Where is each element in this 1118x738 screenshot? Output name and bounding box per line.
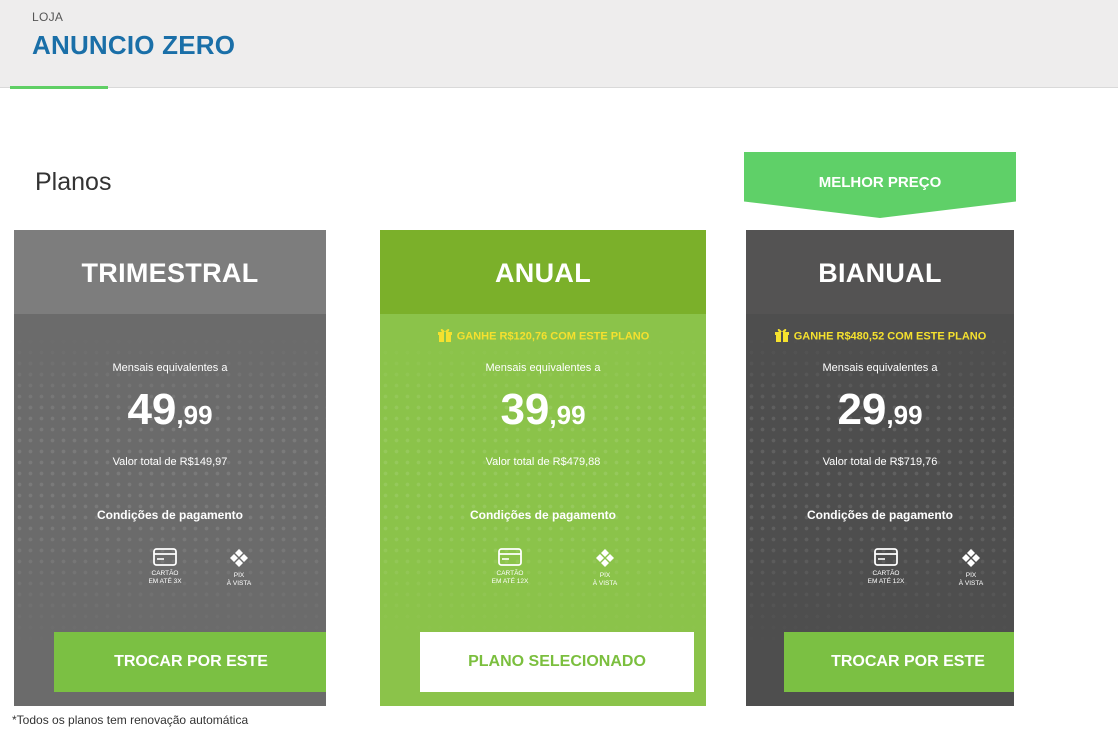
total-value: Valor total de R$149,97 (112, 456, 228, 468)
best-price-ribbon: MELHOR PREÇO (744, 152, 1016, 218)
payment-pix: PIX À VISTA (565, 548, 645, 588)
card-label-line1: CARTÃO (872, 570, 900, 577)
pix-label-line2: À VISTA (592, 580, 618, 587)
credit-card-icon (874, 548, 898, 566)
monthly-equivalent-label: Mensais equivalentes a (112, 362, 228, 374)
plan-header: ANUAL (380, 230, 706, 314)
payment-card: CARTÃO EM ATÉ 12X (846, 548, 926, 586)
total-value: Valor total de R$719,76 (822, 456, 938, 468)
renewal-footnote: *Todos os planos tem renovação automátic… (12, 713, 249, 727)
bonus-banner: GANHE R$120,76 COM ESTE PLANO (380, 328, 706, 343)
payment-conditions-title: Condições de pagamento (806, 508, 954, 522)
plan-card-bianual: BIANUAL GANHE R$480,52 COM ESTE PLANO Me… (746, 230, 1014, 706)
price-integer: 39 (500, 385, 550, 434)
bonus-text: GANHE R$120,76 COM ESTE PLANO (456, 330, 650, 343)
plan-card-trimestral: TRIMESTRAL Mensais equivalentes a 49,99 … (14, 230, 326, 706)
monthly-equivalent-label: Mensais equivalentes a (822, 362, 938, 374)
price-integer: 49 (127, 385, 177, 434)
pix-label-line2: À VISTA (958, 580, 984, 587)
store-name: ANUNCIO ZERO (32, 30, 236, 60)
plan-card-anual: ANUAL GANHE R$120,76 COM ESTE PLANO Mens… (380, 230, 706, 706)
payment-card: CARTÃO EM ATÉ 12X (470, 548, 550, 586)
payment-conditions-title: Condições de pagamento (469, 508, 617, 522)
pix-icon (596, 549, 614, 567)
credit-card-icon (153, 548, 177, 566)
payment-conditions-title: Condições de pagamento (96, 508, 244, 522)
section-title: Planos (35, 168, 112, 196)
plan-name: TRIMESTRAL (81, 258, 259, 288)
price-decimal: ,99 (886, 400, 923, 430)
best-price-label: MELHOR PREÇO (818, 174, 942, 191)
gift-icon (437, 328, 452, 342)
plan-name: BIANUAL (818, 258, 942, 288)
pix-label-line1: PIX (233, 572, 245, 579)
bonus-banner: GANHE R$480,52 COM ESTE PLANO (746, 328, 1014, 343)
switch-plan-button-bianual[interactable]: TROCAR POR ESTE (784, 632, 1014, 692)
plan-header: TRIMESTRAL (14, 230, 326, 314)
active-tab-indicator (10, 86, 108, 89)
card-label-line2: EM ATÉ 3X (148, 578, 182, 585)
monthly-price: 39,99 (380, 385, 706, 435)
payment-pix: PIX À VISTA (199, 548, 279, 588)
plan-name: ANUAL (495, 258, 591, 288)
payment-pix: PIX À VISTA (931, 548, 1011, 588)
card-label-line1: CARTÃO (151, 570, 179, 577)
price-decimal: ,99 (549, 400, 586, 430)
pix-icon (962, 549, 980, 567)
pix-label-line2: À VISTA (226, 580, 252, 587)
monthly-equivalent-label: Mensais equivalentes a (485, 362, 601, 374)
card-label-line2: EM ATÉ 12X (491, 578, 529, 585)
selected-plan-button-anual[interactable]: PLANO SELECIONADO (420, 632, 694, 692)
bonus-text: GANHE R$480,52 COM ESTE PLANO (793, 330, 987, 343)
pix-label-line1: PIX (965, 572, 977, 579)
pix-icon (230, 549, 248, 567)
store-header: LOJA ANUNCIO ZERO (0, 0, 1118, 88)
credit-card-icon (498, 548, 522, 566)
monthly-price: 29,99 (746, 385, 1014, 435)
store-kicker: LOJA (32, 10, 64, 24)
plan-header: BIANUAL (746, 230, 1014, 314)
gift-icon (774, 328, 789, 342)
monthly-price: 49,99 (14, 385, 326, 435)
payment-card: CARTÃO EM ATÉ 3X (125, 548, 205, 586)
price-integer: 29 (837, 385, 887, 434)
switch-plan-button-trimestral[interactable]: TROCAR POR ESTE (54, 632, 326, 692)
total-value: Valor total de R$479,88 (485, 456, 601, 468)
card-label-line1: CARTÃO (496, 570, 524, 577)
pix-label-line1: PIX (599, 572, 611, 579)
price-decimal: ,99 (176, 400, 213, 430)
card-label-line2: EM ATÉ 12X (867, 578, 905, 585)
